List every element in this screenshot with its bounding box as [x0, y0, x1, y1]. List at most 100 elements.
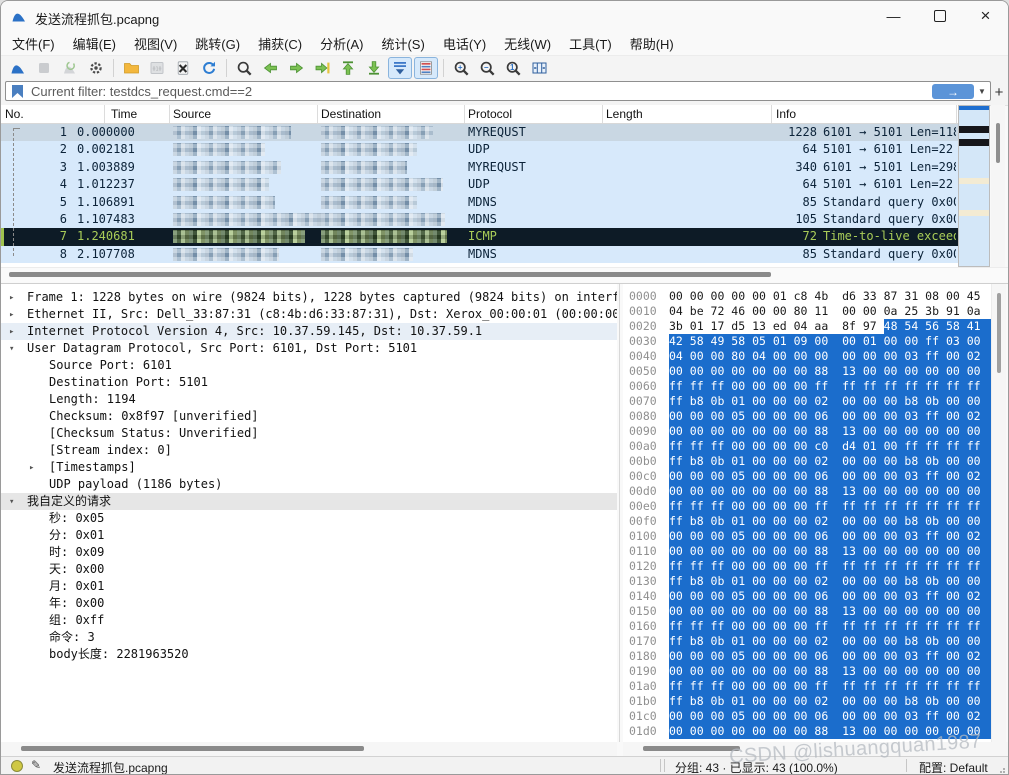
detail-row[interactable]: ▸Internet Protocol Version 4, Src: 10.37…	[1, 323, 617, 340]
column-header-length[interactable]: Length	[606, 107, 643, 121]
collapsed-chevron-icon[interactable]: ▸	[9, 324, 14, 341]
column-header-protocol[interactable]: Protocol	[468, 107, 512, 121]
start-capture-icon[interactable]	[6, 57, 30, 79]
detail-row[interactable]: Length: 1194	[1, 391, 617, 408]
expert-info-icon[interactable]	[11, 760, 23, 772]
column-header-time[interactable]: Time	[111, 107, 137, 121]
filter-bookmark-icon[interactable]	[12, 85, 23, 98]
reload-file-icon[interactable]	[197, 57, 221, 79]
packet-list-hscrollbar[interactable]	[1, 267, 1008, 282]
menu-item-1[interactable]: 文件(F)	[3, 31, 64, 56]
colorize-icon[interactable]	[414, 57, 438, 79]
resize-columns-icon[interactable]	[527, 57, 551, 79]
hex-row[interactable]: 011000 00 00 00 00 00 00 88 13 00 00 00 …	[623, 544, 991, 559]
bytes-hscrollbar[interactable]	[623, 742, 1008, 756]
hex-row[interactable]: 015000 00 00 00 00 00 00 88 13 00 00 00 …	[623, 604, 991, 619]
packet-row[interactable]: 20.002181UDP645101 → 6101 Len=22	[1, 141, 958, 158]
autoscroll-icon[interactable]	[388, 57, 412, 79]
hex-row[interactable]: 014000 00 00 05 00 00 00 06 00 00 00 03 …	[623, 589, 991, 604]
go-top-icon[interactable]	[336, 57, 360, 79]
menu-item-9[interactable]: 无线(W)	[495, 31, 560, 56]
hex-row[interactable]: 00b0ff b8 0b 01 00 00 00 02 00 00 00 b8 …	[623, 454, 991, 469]
hex-row[interactable]: 01c000 00 00 05 00 00 00 06 00 00 00 03 …	[623, 709, 991, 724]
detail-row[interactable]: Destination Port: 5101	[1, 374, 617, 391]
detail-row[interactable]: 秒: 0x05	[1, 510, 617, 527]
close-button[interactable]: ×	[963, 1, 1008, 31]
hex-row[interactable]: 01b0ff b8 0b 01 00 00 00 02 00 00 00 b8 …	[623, 694, 991, 709]
hex-row[interactable]: 00a0ff ff ff 00 00 00 00 c0 d4 01 00 ff …	[623, 439, 991, 454]
hex-row[interactable]: 00f0ff b8 0b 01 00 00 00 02 00 00 00 b8 …	[623, 514, 991, 529]
detail-row[interactable]: [Stream index: 0]	[1, 442, 617, 459]
column-separator[interactable]	[956, 105, 957, 123]
detail-row[interactable]: ▾User Datagram Protocol, Src Port: 6101,…	[1, 340, 617, 357]
menu-item-10[interactable]: 工具(T)	[560, 31, 621, 56]
packet-row[interactable]: 71.240681ICMP72Time-to-live exceede	[1, 228, 958, 245]
packet-list-vscrollbar[interactable]	[991, 105, 1005, 267]
hex-row[interactable]: 0060ff ff ff 00 00 00 00 ff ff ff ff ff …	[623, 379, 991, 394]
packet-row[interactable]: 51.106891MDNS85Standard query 0x000	[1, 194, 958, 211]
menu-item-6[interactable]: 分析(A)	[311, 31, 372, 56]
minimize-button[interactable]: —	[871, 1, 916, 31]
hex-row[interactable]: 000000 00 00 00 00 01 c8 4b d6 33 87 31 …	[623, 289, 991, 304]
hex-row[interactable]: 0160ff ff ff 00 00 00 00 ff ff ff ff ff …	[623, 619, 991, 634]
column-separator[interactable]	[602, 105, 603, 123]
expanded-chevron-icon[interactable]: ▾	[9, 494, 14, 511]
detail-row[interactable]: 月: 0x01	[1, 578, 617, 595]
scrollbar-handle[interactable]	[643, 746, 740, 751]
collapsed-chevron-icon[interactable]: ▸	[29, 460, 34, 477]
menu-item-2[interactable]: 编辑(E)	[64, 31, 125, 56]
column-header-no[interactable]: No.	[5, 107, 24, 121]
menu-item-8[interactable]: 电话(Y)	[434, 31, 495, 56]
open-file-icon[interactable]	[119, 57, 143, 79]
column-header-destination[interactable]: Destination	[321, 107, 381, 121]
detail-row[interactable]: ▾我自定义的请求	[1, 493, 617, 510]
column-separator[interactable]	[317, 105, 318, 123]
collapsed-chevron-icon[interactable]: ▸	[9, 307, 14, 324]
hex-row[interactable]: 00e0ff ff ff 00 00 00 00 ff ff ff ff ff …	[623, 499, 991, 514]
detail-row[interactable]: ▸[Timestamps]	[1, 459, 617, 476]
filter-history-caret-icon[interactable]: ▼	[978, 87, 986, 96]
zoom-out-icon[interactable]: −	[475, 57, 499, 79]
column-separator[interactable]	[464, 105, 465, 123]
capture-comment-icon[interactable]: ✎	[31, 758, 41, 772]
detail-row[interactable]: 命令: 3	[1, 629, 617, 646]
hex-row[interactable]: 003042 58 49 58 05 01 09 00 00 01 00 00 …	[623, 334, 991, 349]
column-separator[interactable]	[104, 105, 105, 123]
detail-row[interactable]: 天: 0x00	[1, 561, 617, 578]
zoom-in-icon[interactable]: +	[449, 57, 473, 79]
hex-row[interactable]: 0170ff b8 0b 01 00 00 00 02 00 00 00 b8 …	[623, 634, 991, 649]
capture-options-icon[interactable]	[84, 57, 108, 79]
column-separator[interactable]	[771, 105, 772, 123]
packet-row[interactable]: 41.012237UDP645101 → 6101 Len=22	[1, 176, 958, 193]
menu-item-11[interactable]: 帮助(H)	[621, 31, 683, 56]
menu-item-7[interactable]: 统计(S)	[372, 31, 433, 56]
scrollbar-handle[interactable]	[9, 272, 771, 277]
hex-row[interactable]: 008000 00 00 05 00 00 00 06 00 00 00 03 …	[623, 409, 991, 424]
display-filter-input[interactable]: Current filter: testdcs_request.cmd==2 →…	[5, 81, 991, 101]
apply-filter-button[interactable]: →	[932, 84, 974, 99]
hex-row[interactable]: 01d000 00 00 00 00 00 00 88 13 00 00 00 …	[623, 724, 991, 739]
hex-row[interactable]: 00203b 01 17 d5 13 ed 04 aa 8f 97 48 54 …	[623, 319, 991, 334]
details-hscrollbar[interactable]	[1, 742, 617, 756]
detail-row[interactable]: 分: 0x01	[1, 527, 617, 544]
zoom-100-icon[interactable]: 1	[501, 57, 525, 79]
add-filter-button[interactable]: +	[991, 82, 1007, 102]
menu-item-5[interactable]: 捕获(C)	[249, 31, 311, 56]
detail-row[interactable]: 时: 0x09	[1, 544, 617, 561]
hex-row[interactable]: 004004 00 00 80 04 00 00 00 00 00 00 03 …	[623, 349, 991, 364]
hex-row[interactable]: 009000 00 00 00 00 00 00 88 13 00 00 00 …	[623, 424, 991, 439]
go-to-packet-icon[interactable]	[310, 57, 334, 79]
go-forward-icon[interactable]	[284, 57, 308, 79]
column-header-info[interactable]: Info	[776, 107, 796, 121]
intelligent-scrollbar-minimap[interactable]	[958, 105, 990, 267]
hex-row[interactable]: 0120ff ff ff 00 00 00 00 ff ff ff ff ff …	[623, 559, 991, 574]
menu-item-4[interactable]: 跳转(G)	[186, 31, 249, 56]
bytes-pane-vscrollbar[interactable]	[991, 284, 1006, 742]
packet-row[interactable]: 31.003889MYREQUST3406101 → 5101 Len=298	[1, 159, 958, 176]
close-file-icon[interactable]	[171, 57, 195, 79]
hex-row[interactable]: 010000 00 00 05 00 00 00 06 00 00 00 03 …	[623, 529, 991, 544]
hex-row[interactable]: 0070ff b8 0b 01 00 00 00 02 00 00 00 b8 …	[623, 394, 991, 409]
resize-grip[interactable]	[1000, 767, 1006, 773]
scrollbar-handle[interactable]	[996, 123, 1000, 163]
maximize-button[interactable]	[917, 1, 962, 31]
